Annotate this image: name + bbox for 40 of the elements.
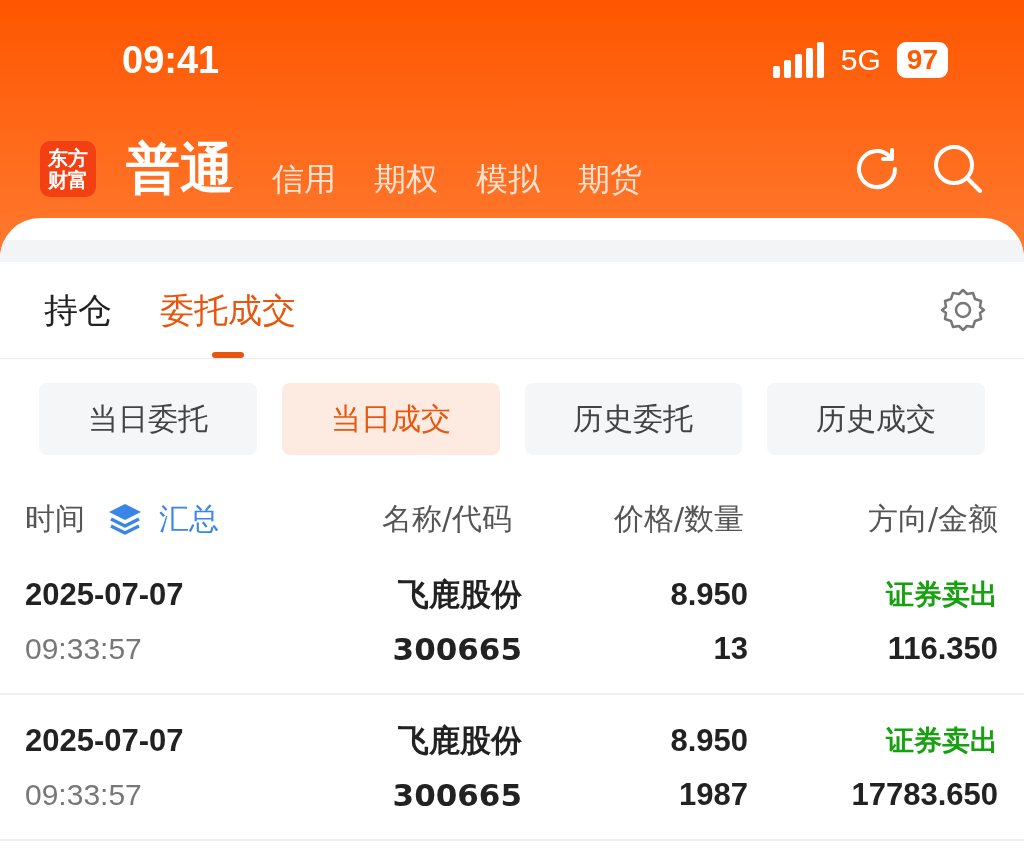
battery-indicator: 97 [896, 42, 948, 78]
account-tab[interactable]: 期货 [578, 157, 642, 206]
table-cell-text: 8.950 [669, 723, 748, 759]
table-cell-text: 13 [712, 631, 748, 667]
table-cell-text: 09:33:57 [25, 778, 143, 812]
filter-button[interactable]: 历史委托 [524, 383, 743, 455]
filter-button[interactable]: 当日委托 [39, 383, 257, 455]
table-cell-text: 2025-07-07 [25, 577, 185, 613]
tab[interactable]: 持仓 [44, 262, 112, 358]
app-logo: 东方 财富 [40, 141, 96, 197]
table-cell-text: 飞鹿股份 [397, 721, 522, 760]
column-header: 时间 [25, 499, 85, 538]
status-time: 09:41 [122, 38, 220, 82]
settings-icon[interactable] [940, 287, 986, 333]
account-tab[interactable]: 信用 [272, 157, 336, 206]
tab[interactable]: 委托成交 [160, 262, 296, 358]
table-cell-text: 8.950 [669, 577, 748, 613]
table-cell-text: 2025-07-07 [25, 723, 185, 759]
table-cell-text: 证券卖出 [884, 577, 998, 613]
table-cell-text: 300665 [391, 777, 522, 813]
table-cell-text: 证券卖出 [884, 723, 998, 759]
layers-icon [107, 502, 143, 536]
signal-icon [772, 42, 825, 78]
summary-link[interactable]: 汇总 [159, 498, 219, 540]
account-tab[interactable]: 普通 [126, 132, 234, 206]
filter-button[interactable]: 历史成交 [767, 383, 985, 455]
column-header: 名称/代码 [380, 499, 512, 538]
column-header: 价格/数量 [612, 499, 744, 538]
table-cell-text: 300665 [391, 631, 522, 667]
column-header: 方向/金额 [866, 499, 998, 538]
account-tab[interactable]: 期权 [374, 157, 438, 206]
account-tab[interactable]: 模拟 [476, 157, 540, 206]
table-cell-text: 17783.650 [850, 777, 998, 813]
table-cell-text: 09:33:57 [25, 632, 143, 666]
filter-button[interactable]: 当日成交 [281, 383, 500, 455]
table-cell-text: 116.350 [886, 631, 998, 667]
search-icon[interactable] [932, 143, 984, 195]
network-label: 5G [840, 43, 881, 77]
table-cell-text: 飞鹿股份 [397, 575, 522, 614]
table-cell-text: 1987 [678, 777, 748, 813]
